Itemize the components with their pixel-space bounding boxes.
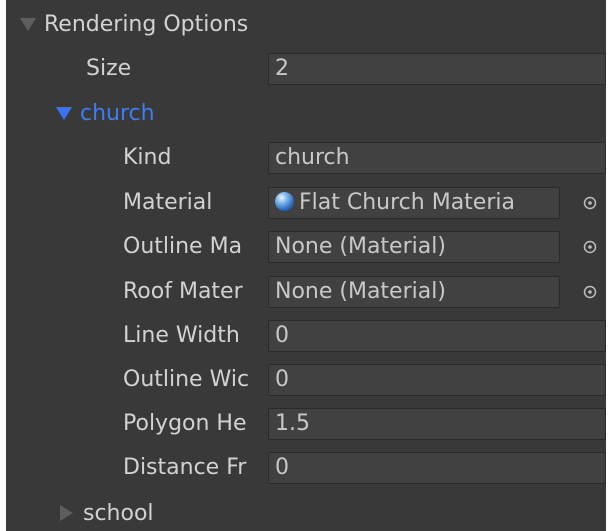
school-foldout[interactable]: school — [60, 491, 154, 531]
object-picker-icon[interactable] — [581, 194, 599, 212]
outline-width-row: Outline Wic 0 — [6, 358, 606, 402]
kind-field[interactable]: church — [268, 142, 606, 174]
roof-material-label: Roof Mater — [123, 279, 243, 304]
triangle-right-icon[interactable] — [60, 505, 73, 521]
outline-width-label: Outline Wic — [123, 367, 250, 392]
material-row: Material Flat Church Materia — [6, 181, 606, 225]
kind-row: Kind church — [6, 136, 606, 180]
school-row: school — [6, 491, 606, 531]
inspector-panel: Rendering Options Size 2 church Kind chu… — [6, 0, 606, 531]
church-title: church — [80, 100, 155, 126]
rendering-options-foldout[interactable]: Rendering Options — [20, 2, 248, 46]
roof-material-field[interactable]: None (Material) — [268, 276, 560, 308]
distance-row: Distance Fr 0 — [6, 446, 606, 490]
school-title: school — [83, 500, 154, 526]
size-label: Size — [86, 56, 132, 81]
line-width-row: Line Width 0 — [6, 314, 606, 358]
material-label: Material — [123, 190, 213, 215]
outline-material-row: Outline Ma None (Material) — [6, 225, 606, 269]
line-width-label: Line Width — [123, 323, 240, 348]
object-picker-icon[interactable] — [581, 238, 599, 256]
material-field[interactable]: Flat Church Materia — [268, 187, 560, 219]
roof-material-row: Roof Mater None (Material) — [6, 270, 606, 314]
polygon-height-label: Polygon He — [123, 411, 247, 436]
object-picker-icon[interactable] — [581, 283, 599, 301]
outline-material-label: Outline Ma — [123, 234, 243, 259]
distance-field[interactable]: 0 — [268, 452, 606, 484]
outline-width-field[interactable]: 0 — [268, 364, 606, 396]
church-foldout[interactable]: church — [56, 91, 155, 135]
rendering-options-row: Rendering Options — [6, 2, 606, 46]
material-value: Flat Church Materia — [299, 190, 515, 215]
triangle-down-icon[interactable] — [56, 106, 72, 120]
outline-material-field[interactable]: None (Material) — [268, 231, 560, 263]
material-sphere-icon — [275, 191, 294, 211]
size-row: Size 2 — [6, 47, 606, 91]
polygon-height-row: Polygon He 1.5 — [6, 402, 606, 446]
size-field[interactable]: 2 — [268, 53, 606, 85]
rendering-options-title: Rendering Options — [44, 11, 249, 37]
line-width-field[interactable]: 0 — [268, 320, 606, 352]
kind-label: Kind — [123, 145, 172, 170]
triangle-down-icon[interactable] — [20, 17, 36, 31]
polygon-height-field[interactable]: 1.5 — [268, 408, 606, 440]
church-row: church — [6, 91, 606, 135]
distance-label: Distance Fr — [123, 455, 247, 480]
